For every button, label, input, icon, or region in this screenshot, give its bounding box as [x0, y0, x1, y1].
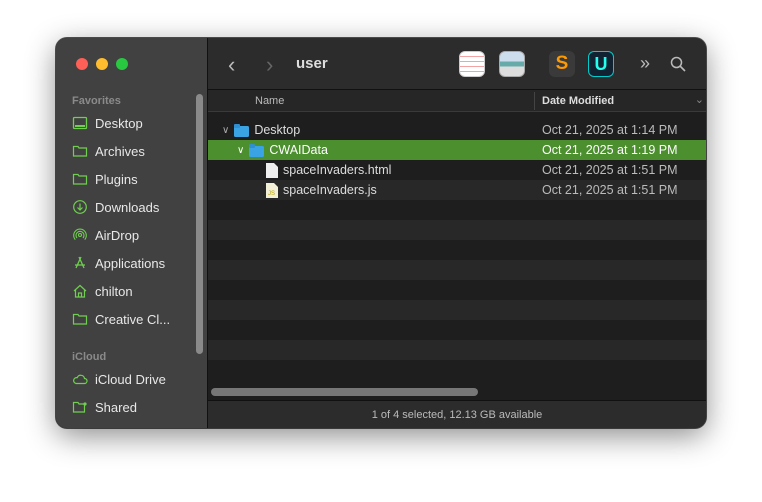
sidebar-item-desktop[interactable]: Desktop — [72, 112, 192, 134]
applications-icon — [75, 256, 85, 269]
close-button[interactable] — [76, 58, 88, 70]
sidebar-item-applications[interactable]: Applications — [72, 252, 192, 274]
preview-app-icon[interactable] — [499, 51, 525, 77]
sidebar-item-plugins[interactable]: Plugins — [72, 168, 192, 190]
file-list: ∨ Desktop Oct 21, 2025 at 1:14 PM ∨ CWAIDa… — [208, 112, 706, 388]
search-icon[interactable] — [670, 56, 686, 72]
folder-icon — [249, 143, 265, 157]
sidebar-item-shared[interactable]: Shared — [72, 396, 192, 418]
file-name: CWAIData — [269, 143, 328, 157]
forward-button[interactable]: › — [266, 52, 273, 78]
airdrop-icon — [73, 228, 87, 240]
cursor-app-icon[interactable]: U — [588, 51, 614, 77]
file-date: Oct 21, 2025 at 1:51 PM — [542, 183, 678, 197]
file-row-spaceinvaders-html[interactable]: spaceInvaders.html Oct 21, 2025 at 1:51 … — [208, 160, 706, 180]
folder-icon — [234, 123, 250, 137]
file-date: Oct 21, 2025 at 1:19 PM — [542, 143, 678, 157]
sidebar-item-label: Plugins — [95, 171, 138, 187]
sidebar-item-icloud-drive[interactable]: iCloud Drive — [72, 368, 192, 390]
sort-chevron-icon[interactable]: ⌄ — [695, 93, 704, 106]
more-toolbar-icon[interactable]: » — [640, 53, 650, 74]
disclosure-chevron-icon[interactable]: ∨ — [222, 125, 229, 136]
date-modified-column-header[interactable]: Date Modified — [542, 95, 614, 107]
sidebar-item-airdrop[interactable]: AirDrop — [72, 224, 192, 246]
sidebar-item-label: Downloads — [95, 199, 160, 215]
folder-icon — [72, 145, 88, 157]
status-bar: 1 of 4 selected, 12.13 GB available — [208, 400, 706, 428]
file-browser: ‹ › user S U » Name Date Modified ⌄ ∨ Des… — [208, 38, 706, 428]
window-controls — [76, 58, 128, 70]
js-file-icon: JS — [266, 182, 278, 198]
file-name: spaceInvaders.html — [283, 163, 392, 177]
sidebar: Favorites Desktop Archives Plugins Downl… — [56, 38, 208, 428]
html-file-icon — [266, 162, 278, 178]
cloud-icon — [73, 374, 88, 385]
sidebar-scrollbar[interactable] — [196, 94, 203, 354]
sidebar-item-label: Desktop — [95, 115, 143, 131]
sidebar-item-archives[interactable]: Archives — [72, 140, 192, 162]
download-icon — [73, 200, 87, 214]
finder-window: Favorites Desktop Archives Plugins Downl… — [56, 38, 706, 428]
horizontal-scrollbar[interactable] — [211, 388, 478, 396]
folder-icon — [72, 173, 88, 185]
sidebar-item-label: Creative Cl... — [95, 311, 171, 327]
column-header: Name Date Modified ⌄ — [208, 90, 706, 112]
file-name: Desktop — [254, 123, 301, 137]
disclosure-chevron-icon[interactable]: ∨ — [237, 145, 244, 156]
file-date: Oct 21, 2025 at 1:51 PM — [542, 163, 678, 177]
sidebar-item-label: iCloud Drive — [95, 371, 166, 387]
file-row-spaceinvaders-js[interactable]: JS spaceInvaders.js Oct 21, 2025 at 1:51 … — [208, 180, 706, 200]
name-column-header[interactable]: Name — [255, 95, 284, 107]
sidebar-item-label: chilton — [95, 283, 133, 299]
file-date: Oct 21, 2025 at 1:14 PM — [542, 123, 678, 137]
file-row-desktop[interactable]: ∨ Desktop Oct 21, 2025 at 1:14 PM — [208, 120, 706, 140]
textedit-app-icon[interactable] — [459, 51, 485, 77]
file-row-cwaidata[interactable]: ∨ CWAIData Oct 21, 2025 at 1:19 PM — [208, 140, 706, 160]
minimize-button[interactable] — [96, 58, 108, 70]
sidebar-item-label: AirDrop — [95, 227, 140, 243]
sublime-text-app-icon[interactable]: S — [549, 51, 575, 77]
folder-icon — [72, 313, 88, 325]
section-icloud: iCloud — [72, 351, 107, 363]
sidebar-item-label: Shared — [95, 399, 137, 415]
file-name: spaceInvaders.js — [283, 183, 377, 197]
back-button[interactable]: ‹ — [228, 52, 235, 78]
toolbar: ‹ › user S U » — [208, 38, 706, 90]
sidebar-item-label: Applications — [95, 255, 166, 271]
sidebar-item-downloads[interactable]: Downloads — [72, 196, 192, 218]
sidebar-item-creative-cloud[interactable]: Creative Cl... — [72, 308, 192, 330]
sidebar-item-label: Archives — [95, 143, 145, 159]
home-icon — [73, 284, 87, 298]
desktop-icon — [72, 116, 88, 130]
sidebar-item-chilton[interactable]: chilton — [72, 280, 192, 302]
window-title: user — [296, 55, 328, 72]
shared-folder-icon — [72, 401, 87, 413]
svg-text:JS: JS — [268, 191, 275, 197]
zoom-button[interactable] — [116, 58, 128, 70]
section-favorites: Favorites — [72, 95, 121, 107]
